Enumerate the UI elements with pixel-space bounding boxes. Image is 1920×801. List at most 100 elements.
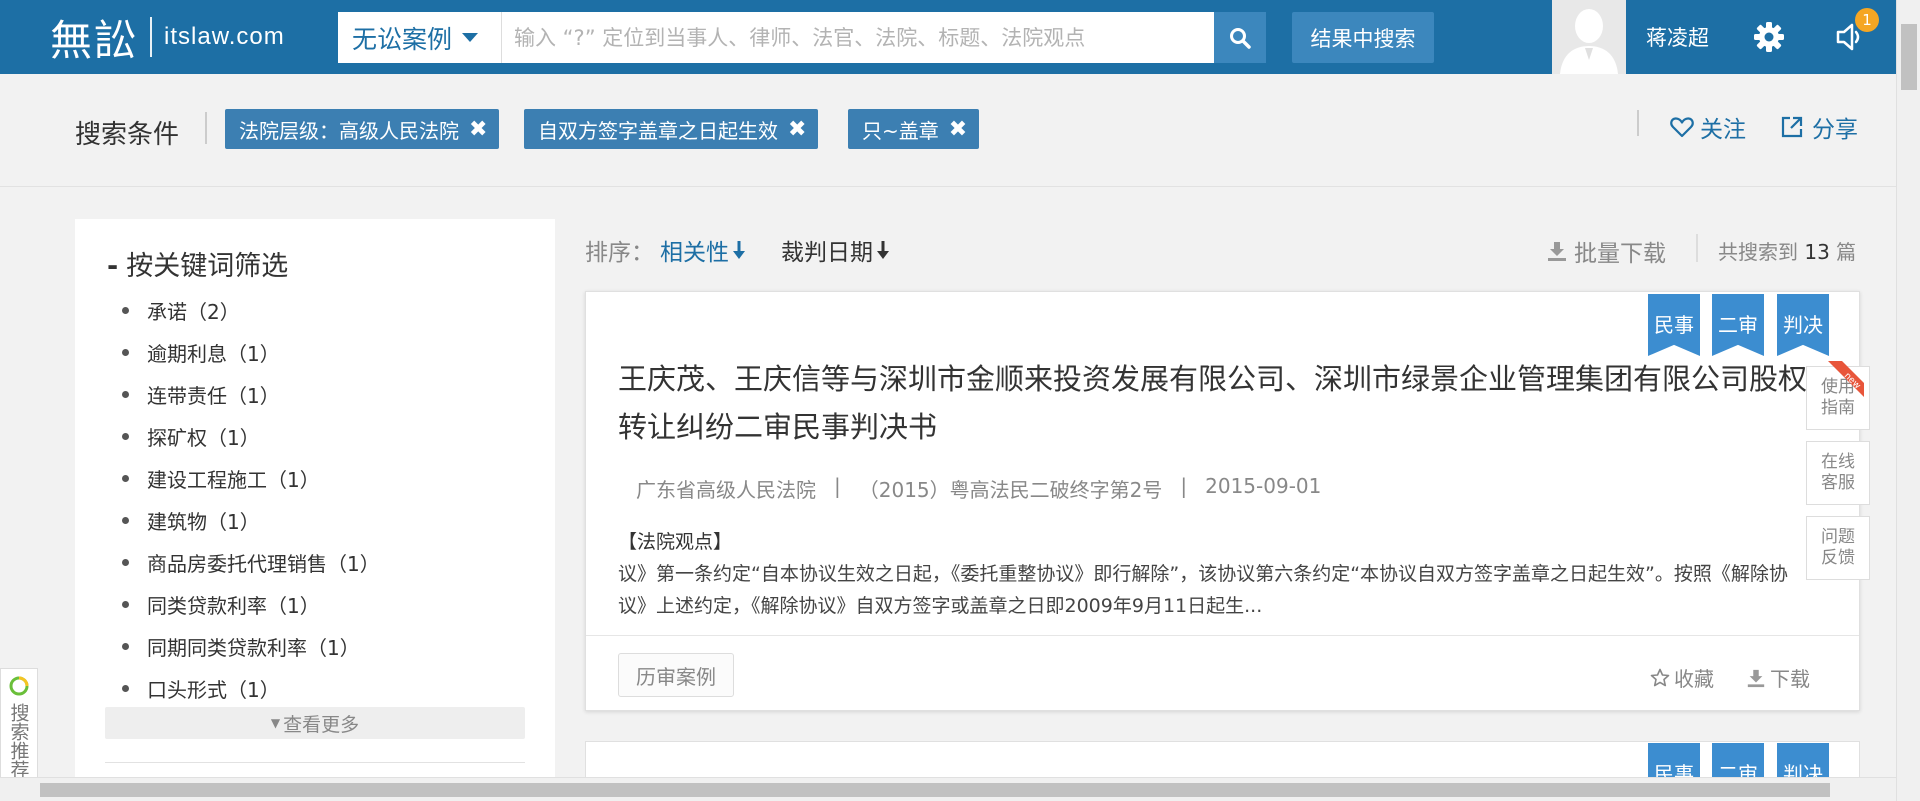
feedback-label: 问题反馈 bbox=[1821, 527, 1855, 568]
avatar[interactable] bbox=[1552, 0, 1626, 74]
keyword-filter-title[interactable]: - 按关键词筛选 bbox=[107, 244, 288, 283]
divider bbox=[205, 112, 207, 144]
keyword-filter-title-text: 按关键词筛选 bbox=[126, 251, 289, 282]
collapse-icon: - bbox=[107, 251, 119, 282]
user-silhouette-icon bbox=[1552, 0, 1626, 74]
close-icon[interactable]: ✖ bbox=[949, 117, 967, 142]
sort-relevance-label: 相关性 bbox=[660, 240, 729, 266]
meta-separator: | bbox=[1180, 474, 1188, 498]
meta-separator: | bbox=[834, 474, 841, 498]
search-category-dropdown[interactable]: 无讼案例 bbox=[338, 12, 502, 63]
close-icon[interactable]: ✖ bbox=[788, 117, 806, 142]
arrow-down-icon bbox=[877, 241, 889, 259]
logo-separator bbox=[150, 17, 153, 57]
show-more-button[interactable]: ▼ 查看更多 bbox=[105, 707, 525, 739]
download-icon bbox=[1747, 669, 1765, 687]
show-more-label: 查看更多 bbox=[283, 713, 360, 736]
result-card: 民事 二审 判决 王庆茂、王庆信等与深圳市金顺来投资发展有限公司、深圳市绿景企业… bbox=[585, 291, 1860, 711]
result-count-prefix: 共搜索到 bbox=[1718, 240, 1798, 264]
search-category-label: 无讼案例 bbox=[352, 24, 453, 54]
search-within-results-button[interactable]: 结果中搜索 bbox=[1292, 12, 1434, 63]
share-label: 分享 bbox=[1812, 117, 1858, 143]
favorite-button[interactable]: 收藏 bbox=[1650, 663, 1714, 692]
new-ribbon-icon: new bbox=[1828, 361, 1864, 397]
keyword-item[interactable]: 承诺（2） bbox=[147, 289, 380, 331]
divider bbox=[105, 762, 525, 763]
settings-button[interactable] bbox=[1752, 20, 1786, 54]
search-recommend-label: 搜索推荐 bbox=[7, 703, 30, 779]
keyword-item[interactable]: 商品房委托代理销售（1） bbox=[147, 541, 380, 583]
arrow-down-icon bbox=[733, 241, 745, 259]
filter-tag-seal[interactable]: 只~盖章 ✖ bbox=[848, 109, 980, 149]
court-opinion-snippet: 议》第一条约定“自本协议生效之日起，《委托重整协议》即行解除”，该协议第六条约定… bbox=[618, 563, 1788, 617]
sort-label: 排序： bbox=[585, 240, 654, 266]
download-icon bbox=[1548, 242, 1566, 261]
divider bbox=[1637, 110, 1639, 136]
trial-level-ribbon: 二审 bbox=[1712, 294, 1764, 356]
keyword-item[interactable]: 探矿权（1） bbox=[147, 415, 380, 457]
keyword-filter-panel: - 按关键词筛选 承诺（2） 逾期利息（1） 连带责任（1） 探矿权（1） 建设工… bbox=[75, 219, 555, 779]
sort-by-date[interactable]: 裁判日期 bbox=[781, 233, 891, 267]
download-button[interactable]: 下载 bbox=[1746, 663, 1810, 692]
keyword-item[interactable]: 逾期利息（1） bbox=[147, 331, 380, 373]
keyword-item[interactable]: 建设工程施工（1） bbox=[147, 457, 380, 499]
bulk-download-button[interactable]: 批量下载 bbox=[1546, 234, 1666, 268]
keyword-item[interactable]: 同期同类贷款利率（1） bbox=[147, 625, 380, 667]
case-title-link[interactable]: 王庆茂、王庆信等与深圳市金顺来投资发展有限公司、深圳市绿景企业管理集团有限公司股… bbox=[618, 355, 1808, 451]
case-number: （2015）粤高法民二破终字第2号 bbox=[858, 478, 1163, 502]
filter-tag-label: 只~盖章 bbox=[862, 118, 939, 143]
logo-mark: 無訟 bbox=[50, 15, 139, 65]
divider bbox=[1696, 234, 1698, 262]
search-button[interactable] bbox=[1214, 12, 1266, 63]
favorite-label: 收藏 bbox=[1674, 667, 1714, 691]
share-button[interactable]: 分享 bbox=[1780, 110, 1858, 144]
share-icon bbox=[1781, 116, 1803, 138]
feedback-button[interactable]: 问题反馈 bbox=[1806, 516, 1870, 580]
horizontal-scrollbar[interactable] bbox=[0, 777, 1896, 801]
online-service-label: 在线客服 bbox=[1821, 452, 1855, 493]
username[interactable]: 蒋凌超 bbox=[1646, 22, 1709, 52]
keyword-item[interactable]: 口头形式（1） bbox=[147, 667, 380, 709]
trial-history-button[interactable]: 历审案例 bbox=[618, 653, 734, 697]
search-conditions-title: 搜索条件 bbox=[75, 120, 180, 150]
site-logo[interactable]: 無訟 itslaw.com bbox=[50, 12, 285, 65]
bulk-download-label: 批量下载 bbox=[1574, 241, 1666, 267]
horizontal-scrollbar-thumb[interactable] bbox=[40, 783, 1830, 797]
triangle-down-icon: ▼ bbox=[270, 716, 281, 730]
result-count: 共搜索到 13 篇 bbox=[1718, 236, 1856, 265]
search-input[interactable] bbox=[502, 12, 1214, 63]
court-name[interactable]: 广东省高级人民法院 bbox=[636, 474, 816, 503]
ring-icon bbox=[9, 676, 29, 696]
keyword-item[interactable]: 建筑物（1） bbox=[147, 499, 380, 541]
heart-icon bbox=[1670, 117, 1694, 138]
card-footer: 历审案例 收藏 下载 bbox=[586, 635, 1859, 711]
filter-tag-label: 法院层级：高级人民法院 bbox=[239, 118, 459, 143]
search-recommend-button[interactable]: 搜索推荐 bbox=[0, 668, 38, 792]
star-icon bbox=[1650, 668, 1670, 686]
logo-text: itslaw.com bbox=[164, 23, 285, 50]
online-service-button[interactable]: 在线客服 bbox=[1806, 441, 1870, 505]
result-count-suffix: 篇 bbox=[1836, 240, 1857, 264]
gear-icon bbox=[1754, 22, 1784, 52]
sort-date-label: 裁判日期 bbox=[781, 240, 873, 266]
follow-button[interactable]: 关注 bbox=[1670, 110, 1746, 144]
search-icon bbox=[1230, 27, 1251, 49]
close-icon[interactable]: ✖ bbox=[469, 117, 487, 142]
filter-tag-court-level[interactable]: 法院层级：高级人民法院 ✖ bbox=[225, 109, 500, 149]
download-label: 下载 bbox=[1770, 667, 1810, 691]
filter-tag-effective-clause[interactable]: 自双方签字盖章之日起生效 ✖ bbox=[524, 109, 819, 149]
keyword-item[interactable]: 同类贷款利率（1） bbox=[147, 583, 380, 625]
keyword-list: 承诺（2） 逾期利息（1） 连带责任（1） 探矿权（1） 建设工程施工（1） 建… bbox=[147, 289, 380, 709]
chevron-down-icon bbox=[462, 33, 479, 42]
result-count-value: 13 bbox=[1804, 240, 1830, 264]
sort-by-relevance[interactable]: 相关性 bbox=[660, 233, 747, 267]
sort-bar: 排序： 相关性 裁判日期 bbox=[585, 232, 891, 268]
top-navigation-bar: 無訟 itslaw.com 无讼案例 结果中搜索 蒋凌超 bbox=[0, 0, 1896, 74]
keyword-item[interactable]: 连带责任（1） bbox=[147, 373, 380, 415]
search-bar: 无讼案例 bbox=[338, 12, 1266, 63]
search-conditions-bar: 搜索条件 法院层级：高级人民法院 ✖ 自双方签字盖章之日起生效 ✖ 只~盖章 ✖… bbox=[0, 74, 1896, 187]
document-type-ribbon: 判决 bbox=[1777, 294, 1829, 356]
vertical-scrollbar-thumb[interactable] bbox=[1901, 24, 1917, 90]
vertical-scrollbar[interactable] bbox=[1896, 0, 1920, 801]
case-meta: 广东省高级人民法院 | （2015）粤高法民二破终字第2号 | 2015-09-… bbox=[636, 474, 1321, 503]
